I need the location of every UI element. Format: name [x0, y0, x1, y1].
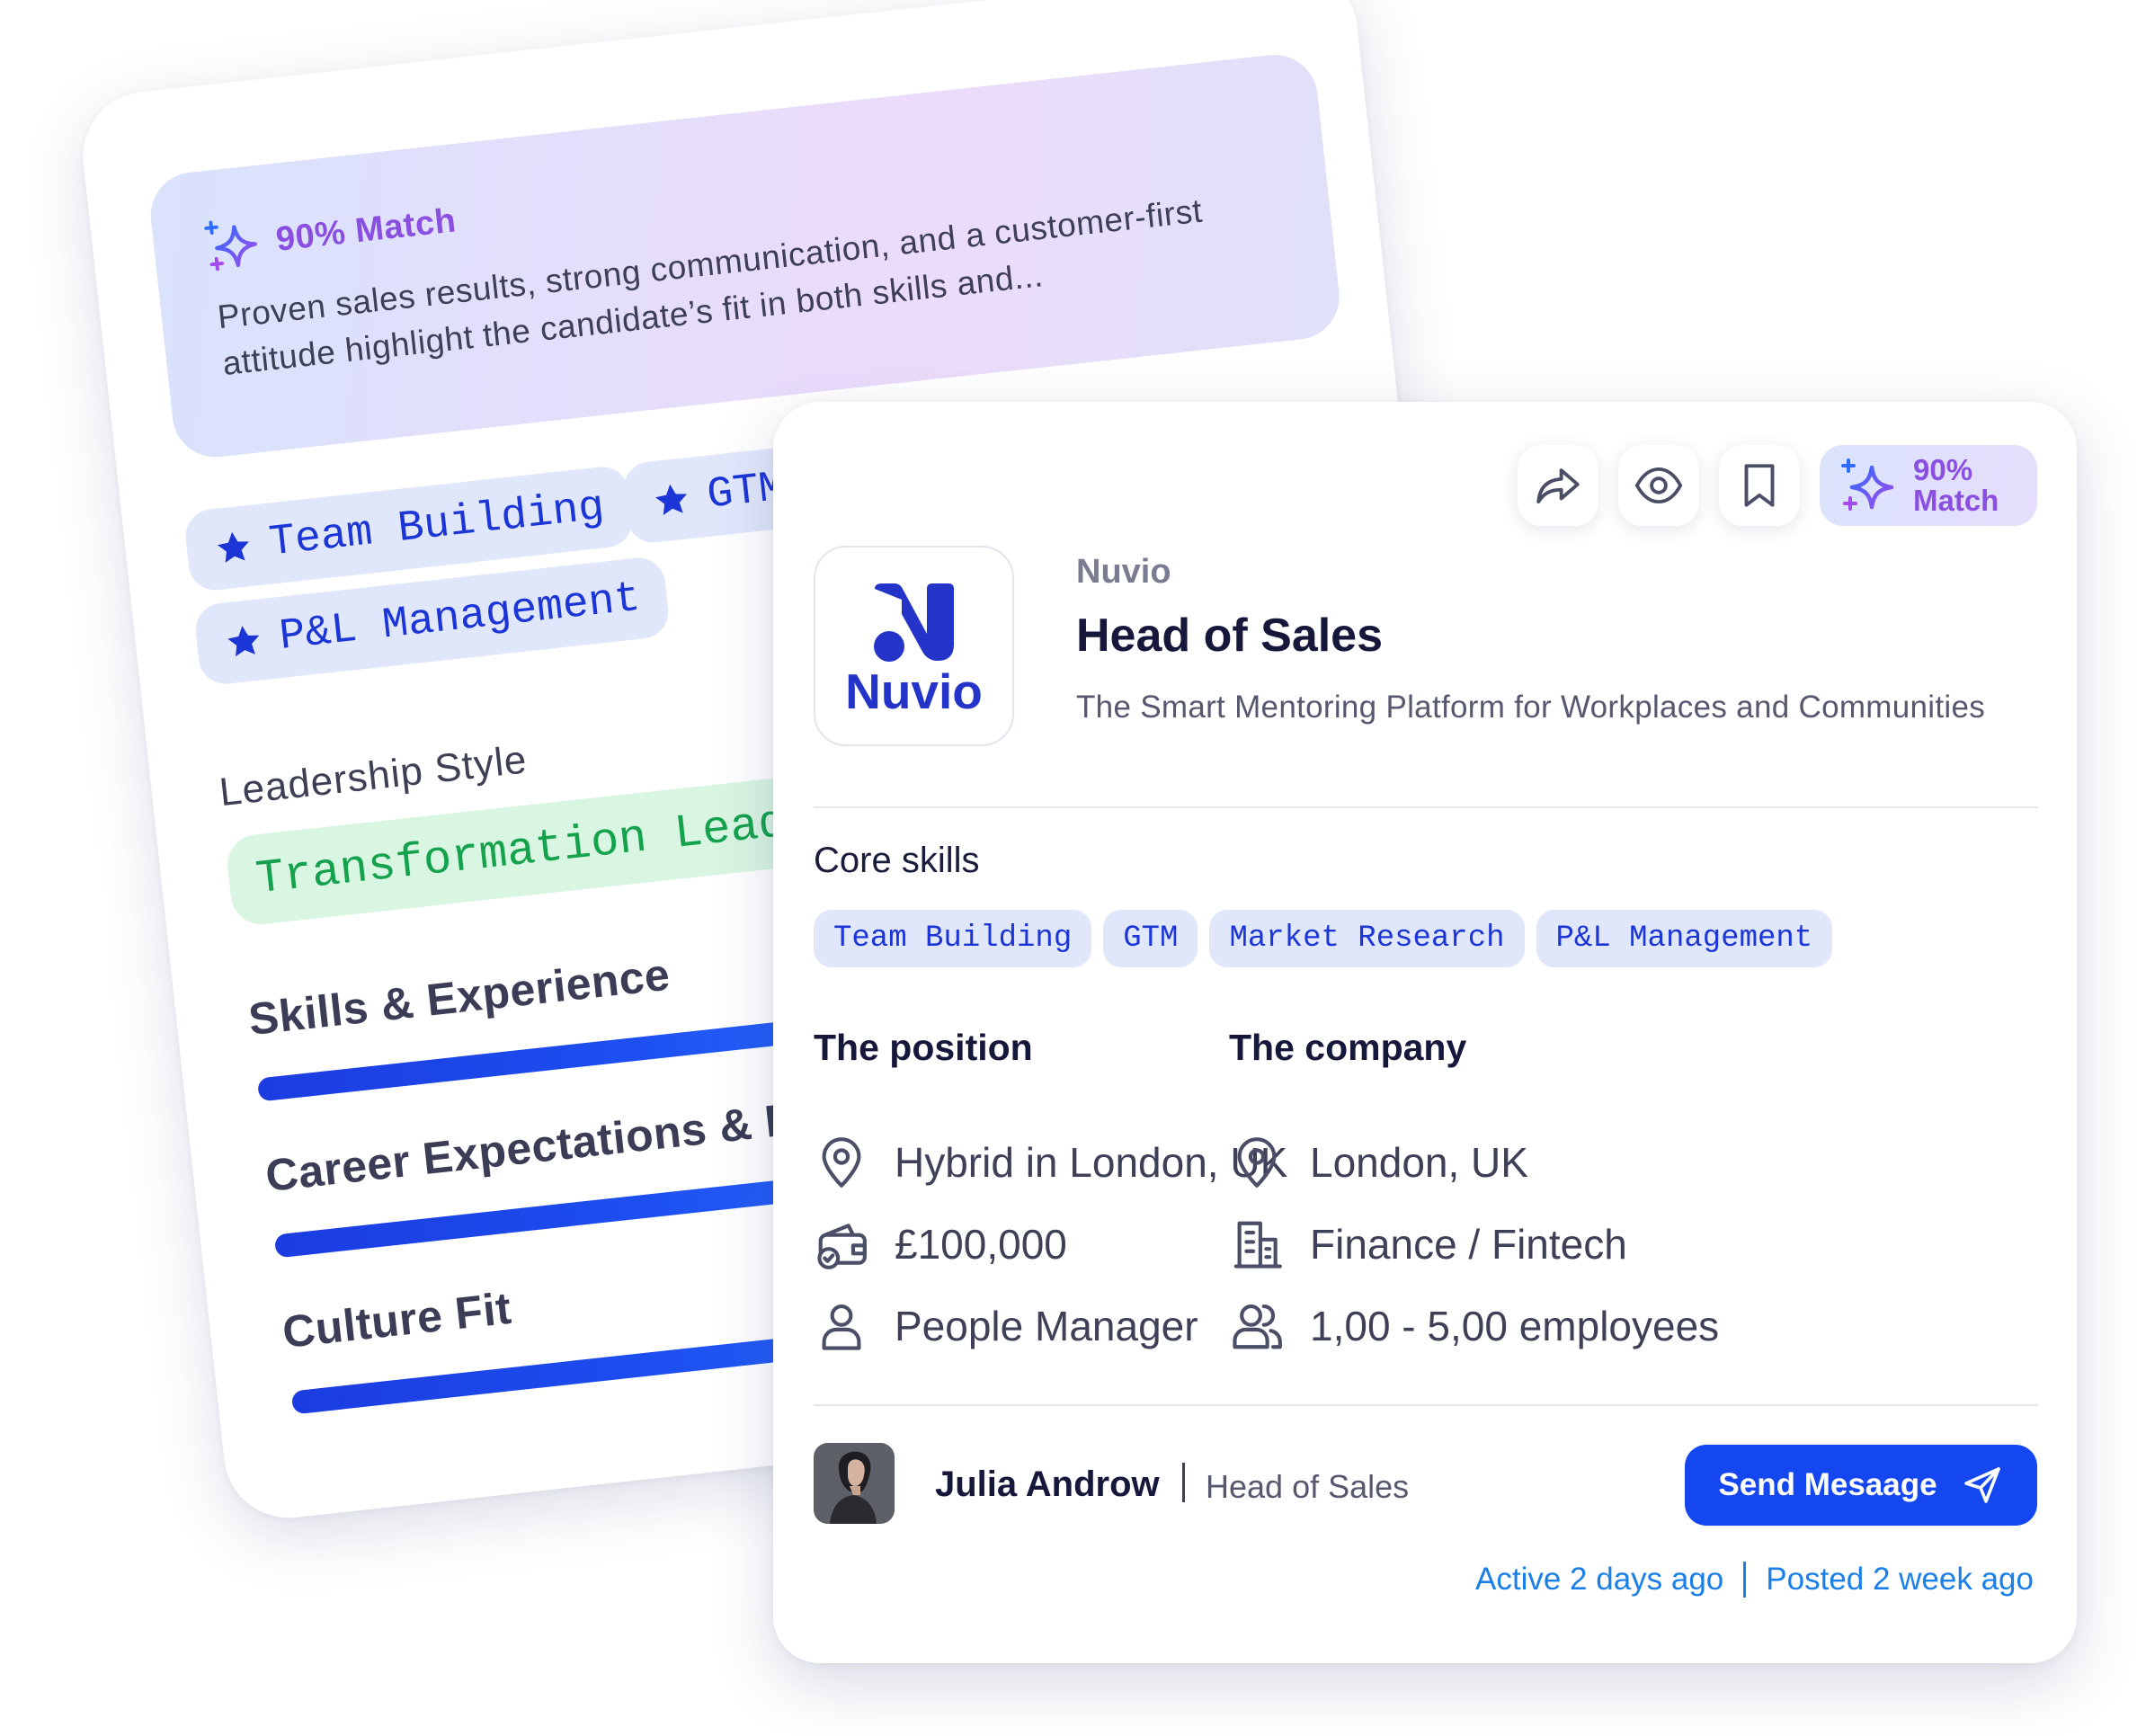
wallet-icon [817, 1223, 867, 1269]
position-heading: The position [814, 1027, 1033, 1068]
position-salary: £100,000 [814, 1203, 1287, 1285]
position-details: The position Hybrid in London, UK £100,0… [814, 1027, 1287, 1367]
highlight-skills: Team Building GTM P&L Management [183, 444, 820, 687]
skill-chip[interactable]: GTM [1103, 910, 1198, 967]
job-title[interactable]: Head of Sales [1076, 609, 1383, 663]
company-details: The company London, UK Finance / Fintech [1229, 1027, 1719, 1367]
position-location: Hybrid in London, UK [814, 1121, 1287, 1203]
company-name[interactable]: Nuvio [1076, 553, 1171, 592]
nuvio-logo-mark [874, 583, 954, 662]
separator [1743, 1562, 1747, 1598]
share-button[interactable] [1518, 445, 1598, 526]
skill-chip[interactable]: Market Research [1209, 910, 1525, 967]
send-icon [1963, 1467, 2000, 1503]
person-icon [822, 1304, 861, 1350]
job-card: 90% Match Nuvio Nuvio Head of Sales The … [773, 402, 2077, 1663]
star-icon [217, 531, 249, 563]
posted-status: Posted 2 week ago [1766, 1562, 2034, 1597]
users-icon [1233, 1304, 1282, 1349]
send-message-button[interactable]: Send Mesaage [1685, 1445, 2037, 1526]
recruiter-photo [814, 1443, 895, 1524]
active-status: Active 2 days ago [1475, 1562, 1724, 1597]
match-word: Match [1913, 484, 1999, 517]
divider [814, 1404, 2038, 1406]
location-pin-icon [1237, 1136, 1277, 1188]
score-label: Culture Fit [280, 1282, 514, 1358]
recruiter-name[interactable]: Julia Androw [935, 1464, 1160, 1505]
eye-icon [1634, 467, 1683, 504]
company-logo: Nuvio [814, 546, 1014, 746]
core-skills: Team Building GTM Market Research P&L Ma… [814, 910, 1833, 967]
building-icon [1233, 1221, 1282, 1269]
match-summary: 90% Match Proven sales results, strong c… [146, 50, 1344, 462]
match-percent: 90% [1913, 453, 1973, 486]
company-location: London, UK [1229, 1121, 1719, 1203]
send-message-label: Send Mesaage [1718, 1467, 1937, 1502]
match-badge[interactable]: 90% Match [1820, 445, 2037, 526]
leadership-style-label: Leadership Style [217, 737, 530, 815]
location-pin-icon [822, 1136, 861, 1188]
recruiter-role: Head of Sales [1206, 1468, 1410, 1505]
star-icon [655, 484, 688, 515]
company-industry: Finance / Fintech [1229, 1203, 1719, 1285]
share-icon [1536, 468, 1580, 504]
divider [814, 806, 2038, 808]
company-tagline: The Smart Mentoring Platform for Workpla… [1076, 690, 1986, 725]
skill-chip[interactable]: Team Building [814, 910, 1092, 967]
match-label: 90% Match [273, 200, 459, 259]
posting-status: Active 2 days ago Posted 2 week ago [1475, 1562, 2034, 1598]
sparkle-icon [1841, 458, 1894, 511]
skill-chip[interactable]: P&L Management [1536, 910, 1833, 967]
separator [1182, 1463, 1185, 1502]
logo-wordmark: Nuvio [845, 663, 983, 719]
view-button[interactable] [1618, 445, 1699, 526]
avatar[interactable] [814, 1443, 895, 1524]
core-skills-label: Core skills [814, 841, 980, 880]
bookmark-icon [1744, 464, 1775, 507]
star-icon [227, 626, 260, 657]
score-label: Skills & Experience [245, 948, 672, 1046]
bookmark-button[interactable] [1719, 445, 1800, 526]
position-role-type: People Manager [814, 1285, 1287, 1367]
sparkle-icon [204, 220, 257, 272]
company-size: 1,00 - 5,00 employees [1229, 1285, 1719, 1367]
card-actions: 90% Match [1518, 445, 2037, 526]
company-heading: The company [1229, 1027, 1467, 1068]
